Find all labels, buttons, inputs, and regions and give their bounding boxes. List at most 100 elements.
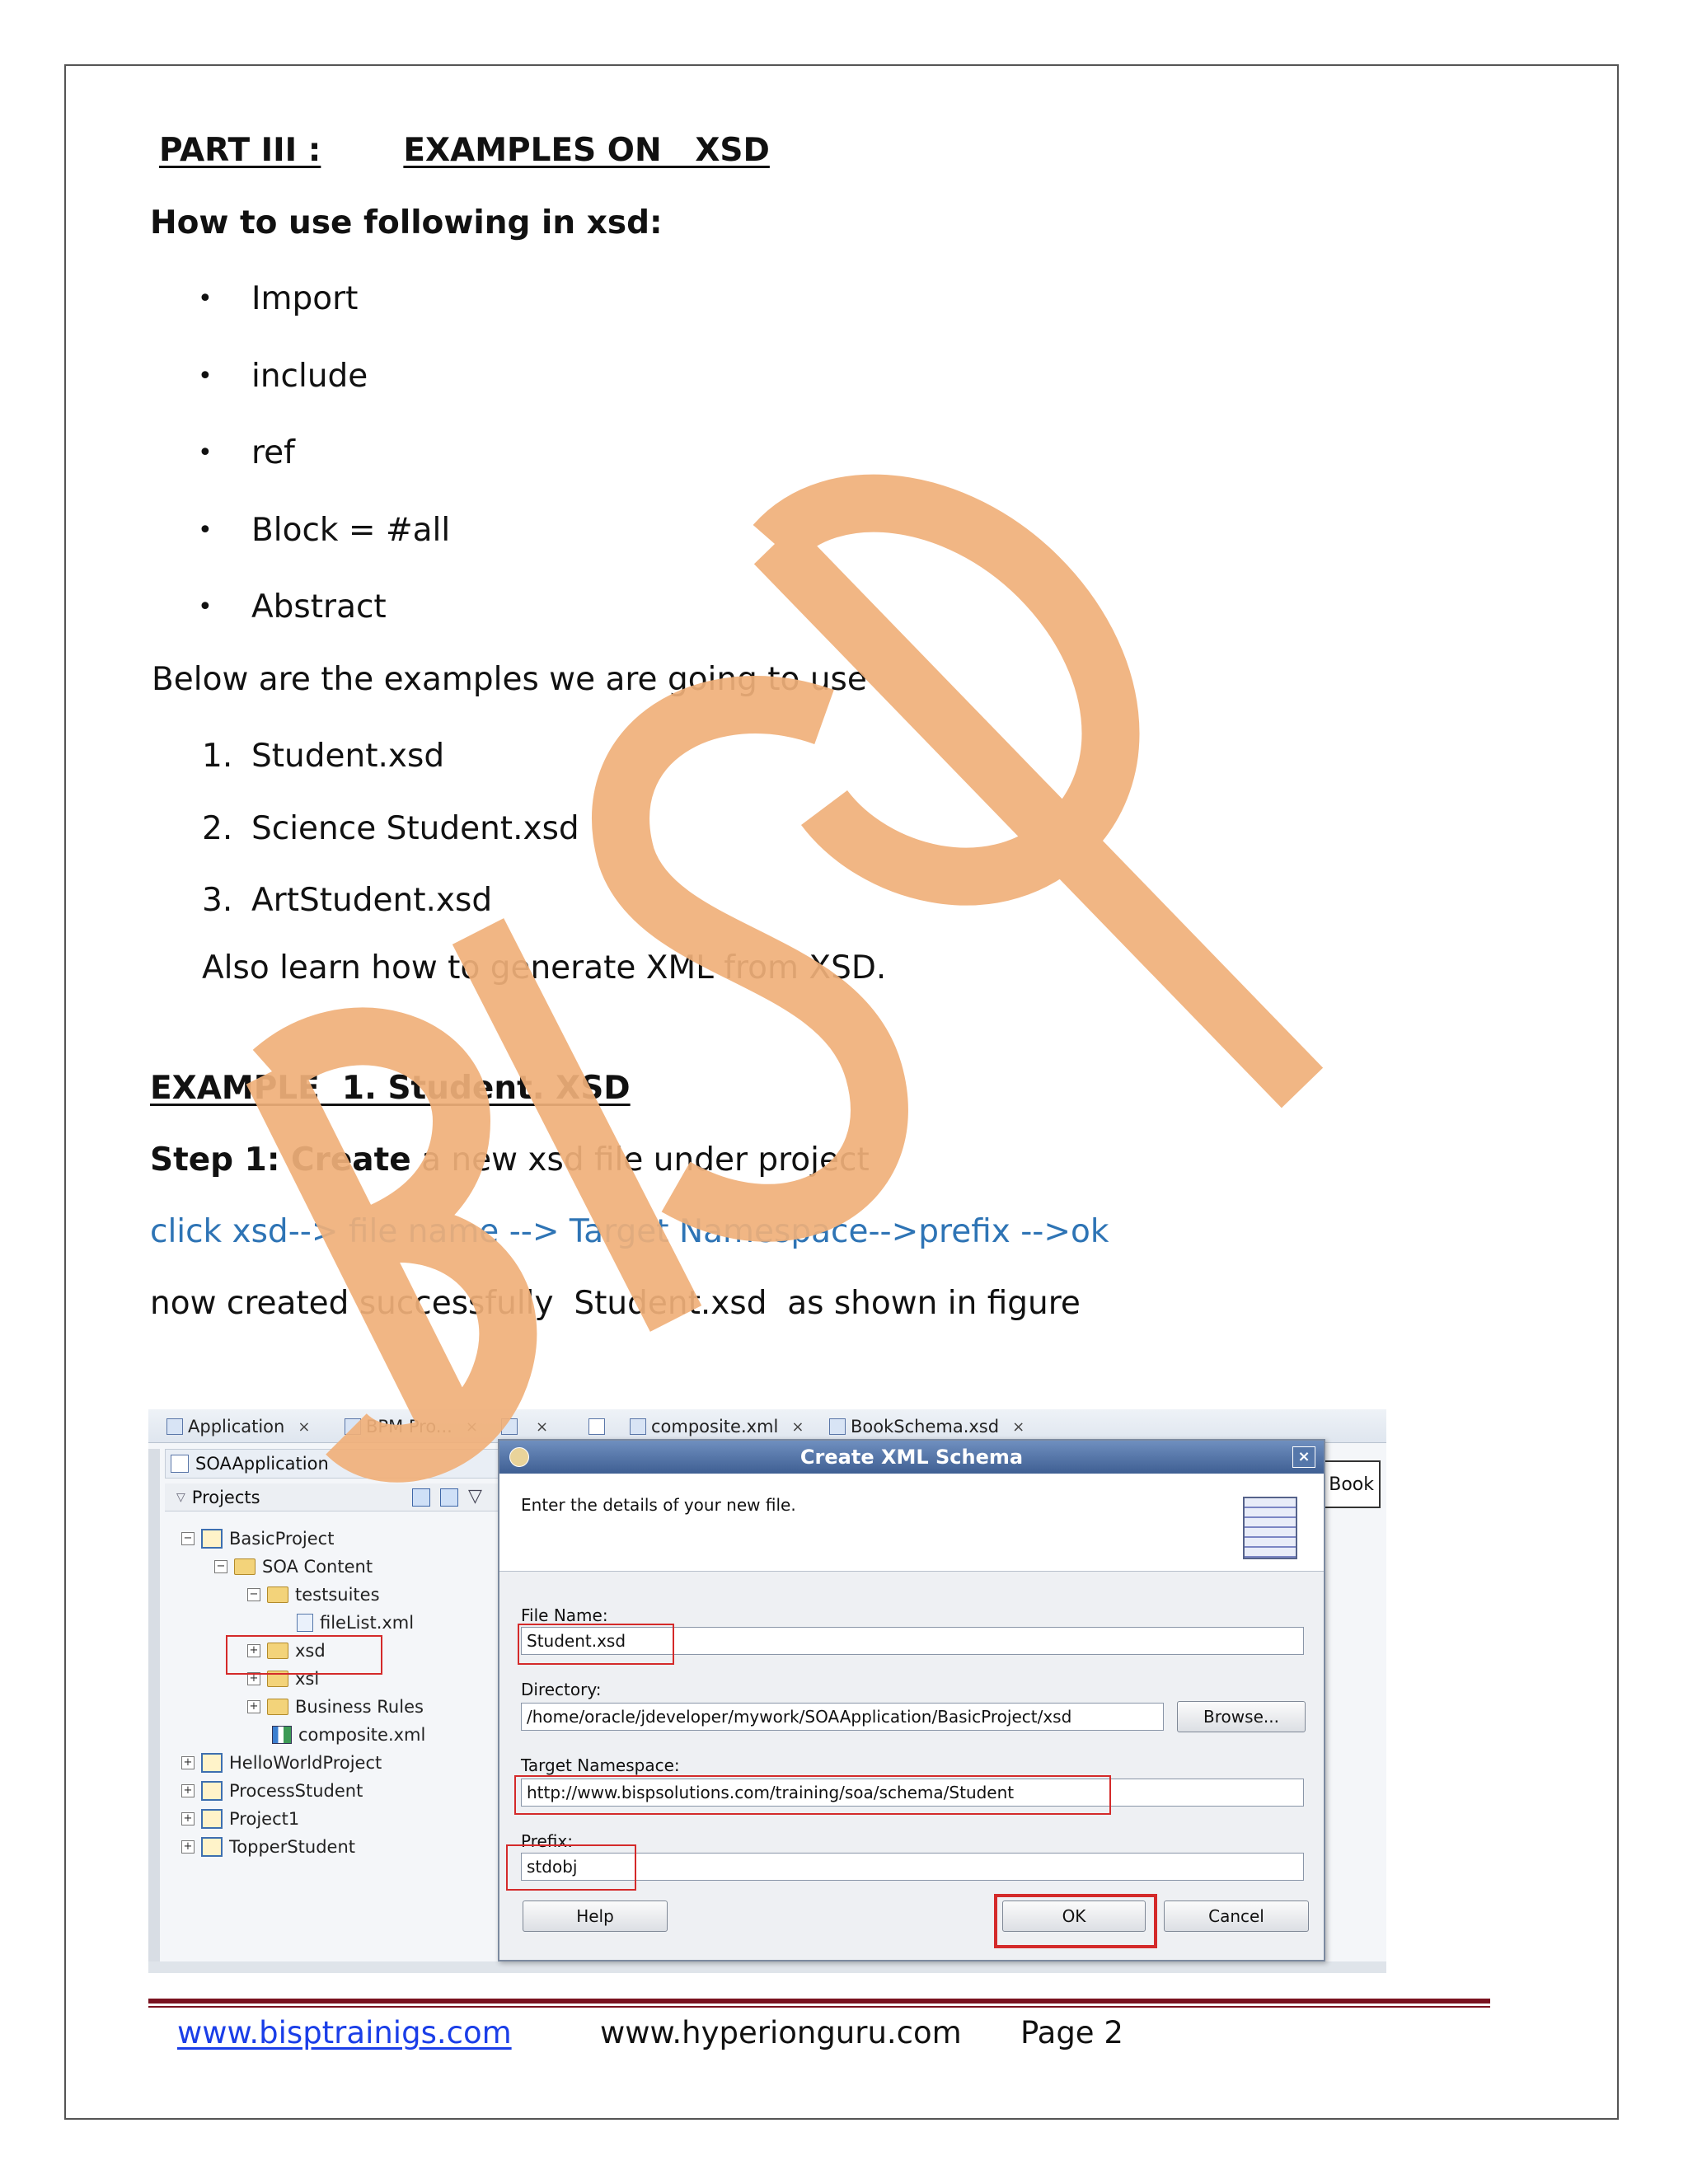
tree-node-filelist[interactable]: fileList.xml (297, 1610, 414, 1635)
file-name-highlight-box (518, 1624, 674, 1665)
tree-node-topperstudent[interactable]: + TopperStudent (181, 1835, 355, 1859)
close-icon[interactable]: × (791, 1418, 804, 1436)
step-1: Step 1: Create a new xsd file under proj… (150, 1141, 870, 1179)
close-icon[interactable]: × (466, 1418, 478, 1436)
tab-application[interactable]: Application × (166, 1414, 310, 1439)
book-element[interactable]: Book (1323, 1460, 1381, 1508)
help-button[interactable]: Help (523, 1900, 668, 1932)
ok-highlight-box (994, 1894, 1157, 1948)
prefix-input[interactable]: stdobj (521, 1853, 1304, 1881)
list-item: • ref (198, 434, 295, 471)
topic-list: • Import • include • ref • Block = #all • Abs… (198, 276, 450, 662)
part-heading: EXAMPLES ON XSD (403, 132, 770, 169)
list-item: 2. Science Student.xsd (202, 809, 579, 847)
document-icon (1243, 1497, 1297, 1559)
list-item: • Import (198, 280, 359, 317)
expand-icon[interactable]: + (181, 1840, 195, 1854)
dialog-title: Create XML Schema (799, 1446, 1024, 1469)
file-name-label: File Name: (521, 1605, 608, 1625)
folder-icon (234, 1558, 256, 1575)
tab-bookschema[interactable]: BookSchema.xsd × (829, 1414, 1025, 1439)
project-icon (201, 1753, 223, 1773)
create-xml-schema-dialog: Create XML Schema × Enter the details of… (498, 1439, 1325, 1961)
also-learn-text: Also learn how to generate XML from XSD. (202, 949, 887, 987)
filter-icon[interactable]: ▽ (468, 1488, 485, 1506)
list-item: 1. Student.xsd (202, 738, 445, 775)
step-1-label: Step 1: Create (150, 1141, 411, 1179)
left-scrollbar[interactable] (148, 1449, 160, 1973)
project-icon (201, 1781, 223, 1801)
example-list: 1. Student.xsd 2. Science Student.xsd 3. Ar… (202, 733, 579, 950)
prefix-highlight-box (506, 1844, 636, 1891)
projects-toolbar: ▽ (412, 1488, 485, 1507)
directory-label: Directory: (521, 1680, 602, 1699)
expand-icon[interactable]: + (247, 1700, 260, 1713)
footer-link[interactable]: www.bisptrainigs.com (177, 2015, 512, 2050)
part-label: PART III : (159, 132, 321, 169)
tree-node-project1[interactable]: + Project1 (181, 1807, 299, 1831)
close-icon[interactable]: × (536, 1418, 548, 1436)
collapse-icon[interactable]: − (247, 1588, 260, 1601)
example-heading: EXAMPLE 1. Student. XSD (150, 1070, 631, 1107)
application-icon (166, 1418, 183, 1435)
browse-button[interactable]: Browse... (1177, 1701, 1306, 1732)
schema-icon (829, 1418, 846, 1435)
instruction-text: click xsd--> file name --> Target Namesp… (150, 1213, 1109, 1250)
folder-icon (267, 1586, 288, 1603)
expand-icon[interactable]: + (181, 1784, 195, 1797)
tree-node-helloworld[interactable]: + HelloWorldProject (181, 1750, 382, 1775)
xsd-highlight-box (226, 1635, 382, 1675)
dialog-header: Enter the details of your new file. (499, 1474, 1324, 1572)
ide-screenshot: Application × BPM Pro... × × composite.xml… (148, 1409, 1386, 1973)
project-icon (201, 1837, 223, 1857)
minimize-icon (588, 1418, 605, 1435)
application-icon (171, 1455, 189, 1473)
tab-bpm[interactable]: BPM Pro... × (345, 1414, 478, 1439)
tree-node-basicproject[interactable]: − BasicProject (181, 1526, 334, 1551)
close-icon[interactable]: × (1012, 1418, 1025, 1436)
list-item: • Abstract (198, 588, 387, 626)
list-item: • Block = #all (198, 511, 451, 549)
project-icon (201, 1809, 223, 1829)
collapse-icon[interactable]: − (181, 1532, 195, 1545)
close-icon[interactable]: × (1292, 1446, 1315, 1468)
page-number: Page 2 (1020, 2015, 1123, 2050)
footer-rule-thin (148, 2006, 1490, 2008)
target-namespace-label: Target Namespace: (521, 1755, 680, 1775)
refresh-icon[interactable] (440, 1488, 458, 1507)
footer-rule (148, 1999, 1490, 2004)
project-icon (201, 1529, 223, 1549)
expand-icon[interactable]: + (181, 1756, 195, 1769)
composite-icon (272, 1726, 292, 1744)
cancel-button[interactable]: Cancel (1164, 1900, 1309, 1932)
chevron-down-icon[interactable]: ▽ (176, 1491, 185, 1504)
list-item: • include (198, 357, 368, 395)
xml-file-icon (297, 1614, 313, 1632)
directory-input[interactable]: /home/oracle/jdeveloper/mywork/SOAApplic… (521, 1703, 1164, 1731)
tree-node-soa-content[interactable]: − SOA Content (214, 1554, 373, 1579)
search-icon[interactable] (412, 1488, 430, 1507)
tab-composite[interactable]: composite.xml × (630, 1414, 804, 1439)
tab-minimize[interactable] (588, 1414, 610, 1439)
tree-node-processstudent[interactable]: + ProcessStudent (181, 1779, 363, 1803)
dialog-message: Enter the details of your new file. (521, 1495, 796, 1515)
list-item: 3. ArtStudent.xsd (202, 882, 493, 919)
close-icon[interactable]: × (298, 1418, 310, 1436)
tree-node-composite[interactable]: composite.xml (272, 1722, 425, 1747)
intro-question: How to use following in xsd: (150, 204, 663, 241)
part-title: PART III : EXAMPLES ON XSD (159, 132, 770, 169)
tree-node-testsuites[interactable]: − testsuites (247, 1582, 380, 1607)
tree-node-business-rules[interactable]: + Business Rules (247, 1694, 424, 1719)
bottom-scrollbar[interactable] (148, 1961, 1386, 1973)
editor-tab-bar: Application × BPM Pro... × × composite.xml… (148, 1409, 1386, 1443)
bpm-icon (345, 1418, 361, 1435)
tab-unnamed[interactable]: × (501, 1414, 548, 1439)
collapse-icon[interactable]: − (214, 1560, 227, 1573)
resource-icon (501, 1418, 518, 1435)
step-1-text: a new xsd file under project (410, 1141, 870, 1179)
folder-icon (267, 1699, 288, 1715)
target-namespace-highlight-box (514, 1775, 1111, 1815)
examples-intro: Below are the examples we are going to u… (152, 661, 867, 698)
created-text: now created successfully Student.xsd as … (150, 1285, 1081, 1322)
expand-icon[interactable]: + (181, 1812, 195, 1825)
